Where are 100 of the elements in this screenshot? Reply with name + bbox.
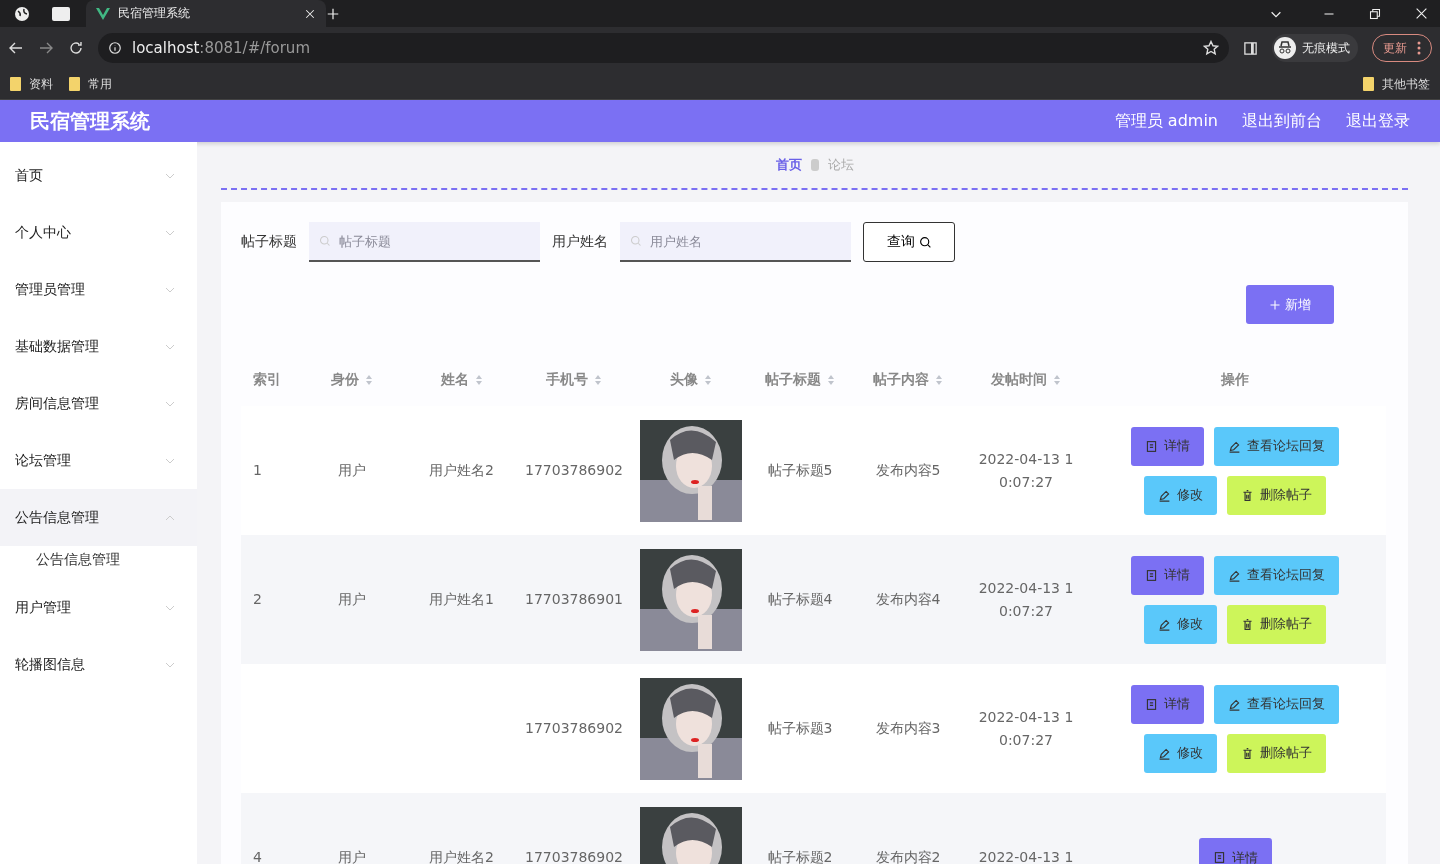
table-cell-text: 帖子标题5 [766, 461, 834, 480]
replies-button[interactable]: 查看论坛回复 [1214, 426, 1339, 466]
incognito-label: 无痕模式 [1302, 39, 1350, 57]
pencil-icon [1158, 488, 1171, 502]
other-bookmarks[interactable]: 其他书签 [1363, 75, 1430, 93]
table-cell-text: 发布内容4 [874, 590, 942, 609]
sidebar-item[interactable]: 个人中心 [0, 204, 197, 261]
document-icon [1145, 697, 1158, 711]
table-cell-text: 发布内容3 [874, 719, 942, 738]
table-cell-text: 1 [252, 461, 263, 480]
close-icon [1415, 7, 1428, 20]
column-header: 操作 [1220, 371, 1250, 389]
table-cell-text: 帖子标题3 [766, 719, 834, 738]
tab-title: 民宿管理系统 [118, 5, 191, 22]
column-header[interactable]: 发帖时间 [968, 371, 1084, 389]
pencil-icon [1158, 746, 1171, 760]
star-icon [1203, 40, 1219, 56]
table-cell-text: 帖子标题4 [766, 590, 834, 609]
table-cell-text: 2022-04-13 1 0:07:27 [977, 578, 1075, 621]
breadcrumb-link[interactable]: 首页 [775, 156, 802, 174]
column-header[interactable]: 身份 [298, 371, 405, 389]
search-icon [319, 235, 331, 247]
table-cell-text: 帖子标题2 [766, 848, 834, 864]
sidebar-item[interactable]: 房间信息管理 [0, 375, 197, 432]
table-cell-text: 用户姓名2 [428, 461, 495, 480]
plus-icon [326, 6, 340, 21]
table-cell-text: 用户 [336, 590, 367, 609]
close-icon [304, 7, 316, 20]
header-link[interactable]: 管理员 admin [1114, 110, 1218, 132]
forward-arrow-icon [38, 40, 54, 56]
info-icon [108, 41, 122, 55]
replies-button[interactable]: 查看论坛回复 [1214, 555, 1339, 595]
pencil-icon [1228, 568, 1241, 582]
edit-button[interactable]: 修改 [1144, 733, 1217, 773]
replies-button[interactable]: 查看论坛回复 [1214, 684, 1339, 724]
table-cell-text: 17703786902 [524, 461, 624, 480]
folder-icon [10, 77, 21, 91]
trash-icon [1241, 488, 1254, 502]
restore-icon [1369, 7, 1381, 20]
search-field[interactable]: 用户姓名 [620, 222, 851, 262]
table-cell-text: 2022-04-13 1 [977, 848, 1075, 864]
reload-icon [68, 40, 84, 56]
search-input[interactable]: 帖子标题 [337, 232, 517, 250]
column-header[interactable]: 姓名 [405, 371, 518, 389]
table-cell-text: 17703786901 [524, 590, 624, 609]
table-cell-text: 2022-04-13 1 0:07:27 [977, 707, 1075, 750]
sidebar-item[interactable]: 首页 [0, 147, 197, 204]
document-icon [1212, 851, 1226, 864]
header-link[interactable]: 退出到前台 [1242, 110, 1322, 132]
bookmark[interactable]: 资料 [10, 75, 53, 93]
more-icon [1417, 41, 1421, 55]
globe-icon[interactable] [14, 5, 30, 22]
delete-button[interactable]: 删除帖子 [1227, 475, 1326, 515]
trash-icon [1241, 746, 1254, 760]
thumb-icon [809, 158, 820, 172]
browser-tab[interactable]: 民宿管理系统 [86, 0, 326, 27]
delete-button[interactable]: 删除帖子 [1227, 733, 1326, 773]
sidebar-item[interactable]: 公告信息管理 [0, 489, 197, 546]
table-cell-text: 用户姓名1 [428, 590, 495, 609]
table-cell-text: 2022-04-13 1 0:07:27 [977, 449, 1075, 492]
table-cell-text: 4 [252, 848, 263, 864]
table-cell-text: 17703786902 [524, 719, 624, 738]
search-icon [918, 235, 932, 249]
table-cell-text: 用户 [336, 848, 367, 864]
incognito-badge[interactable]: 无痕模式 [1272, 34, 1358, 62]
query-button[interactable]: 查询 [863, 222, 955, 262]
field-label: 用户姓名 [552, 233, 608, 251]
field-label: 帖子标题 [241, 233, 297, 251]
sidebar-item[interactable]: 管理员管理 [0, 261, 197, 318]
window-icon[interactable] [52, 6, 70, 21]
column-header: 索引 [252, 371, 282, 389]
sidebar-item[interactable]: 基础数据管理 [0, 318, 197, 375]
pencil-icon [1158, 617, 1171, 631]
bookmark[interactable]: 常用 [69, 75, 112, 93]
search-field[interactable]: 帖子标题 [309, 222, 540, 262]
table-cell-text: 发布内容2 [874, 848, 942, 864]
header-link[interactable]: 退出登录 [1346, 110, 1410, 132]
table-cell-text: 用户 [336, 461, 367, 480]
pencil-icon [1228, 439, 1241, 453]
sidebar-item[interactable]: 轮播图信息 [0, 636, 197, 693]
search-input[interactable]: 用户姓名 [648, 232, 828, 250]
folder-icon [69, 77, 80, 91]
url-path: :8081/#/forum [199, 39, 310, 57]
back-arrow-icon [8, 40, 24, 56]
v-logo-icon [96, 7, 110, 20]
sidebar-icon [1243, 40, 1258, 56]
edit-button[interactable]: 修改 [1144, 604, 1217, 644]
edit-button[interactable]: 修改 [1144, 475, 1217, 515]
sidebar-item[interactable]: 用户管理 [0, 579, 197, 636]
plus-icon [1269, 298, 1281, 311]
address-bar[interactable]: localhost:8081/#/forum [98, 33, 1229, 63]
add-button[interactable]: 新增 [1246, 285, 1334, 324]
url-host: localhost [132, 39, 200, 57]
delete-button[interactable]: 删除帖子 [1227, 604, 1326, 644]
search-icon [630, 235, 642, 247]
pencil-icon [1228, 697, 1241, 711]
table-cell-text: 17703786902 [524, 848, 624, 864]
sidebar-item[interactable]: 论坛管理 [0, 432, 197, 489]
incognito-icon [1274, 37, 1296, 59]
document-icon [1145, 439, 1158, 453]
